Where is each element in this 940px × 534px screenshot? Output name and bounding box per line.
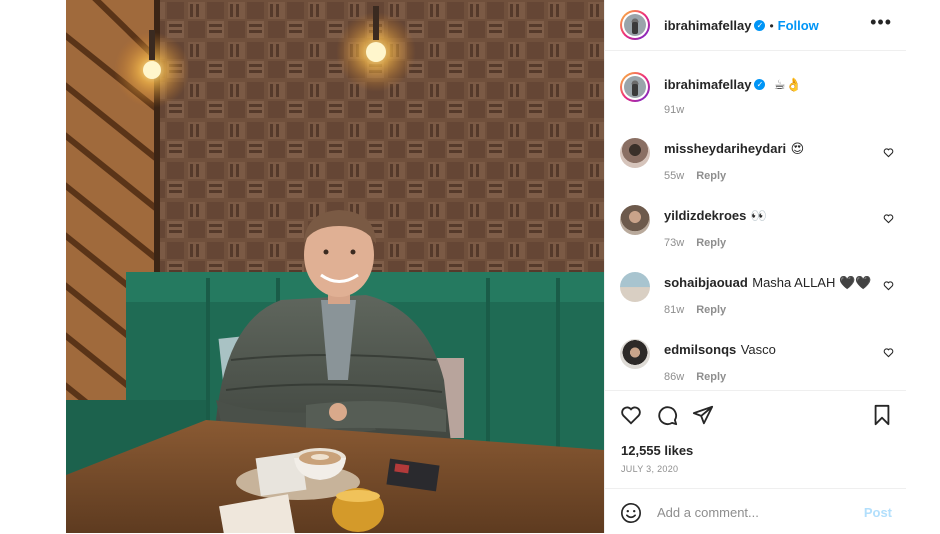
comment-body: missheydariheydari 😍 [664, 140, 804, 158]
caption-author-avatar[interactable] [620, 72, 650, 102]
post-header: ibrahimafellay ✓ • Follow ••• [605, 0, 906, 51]
separator-dot: • [769, 19, 774, 33]
paper-plane-icon[interactable] [692, 404, 714, 426]
post-date[interactable]: JULY 3, 2020 [621, 464, 678, 474]
verified-badge-icon: ✓ [754, 79, 766, 91]
comment-like-heart-icon[interactable] [883, 213, 894, 224]
comment-username[interactable]: edmilsonqs [664, 342, 736, 357]
comment-like-heart-icon[interactable] [883, 347, 894, 358]
caption-age[interactable]: 91w [664, 104, 684, 116]
header-author-line: ibrahimafellay ✓ • Follow [664, 17, 819, 35]
comment-body: sohaibjaouad Masha ALLAH 🖤🖤 [664, 274, 871, 292]
commenter-avatar[interactable] [620, 272, 650, 302]
heart-icon[interactable] [620, 404, 642, 426]
comment-age[interactable]: 73w [664, 237, 684, 249]
comment-meta: 73w Reply [664, 237, 726, 249]
comment-text: Vasco [740, 342, 776, 357]
commenter-avatar[interactable] [620, 205, 650, 235]
likes-count[interactable]: 12,555 likes [621, 443, 693, 458]
reply-button[interactable]: Reply [696, 237, 726, 249]
post-actions: 12,555 likes JULY 3, 2020 [605, 390, 906, 489]
follow-button[interactable]: Follow [778, 18, 819, 33]
comment-username[interactable]: sohaibjaouad [664, 275, 748, 290]
author-avatar[interactable] [620, 10, 650, 40]
caption-text: ☕👌 [773, 77, 802, 92]
caption-username[interactable]: ibrahimafellay [664, 77, 751, 92]
comment-like-heart-icon[interactable] [883, 280, 894, 291]
post-photo[interactable] [66, 0, 604, 533]
post-comment-button[interactable]: Post [864, 505, 892, 520]
comment-body: yildizdekroes 👀 [664, 207, 767, 225]
comment-composer: Post [605, 488, 906, 534]
bookmark-icon[interactable] [872, 404, 892, 426]
comment-username[interactable]: yildizdekroes [664, 208, 746, 223]
comment-body: edmilsonqs Vasco [664, 341, 776, 359]
comment-text: 👀 [750, 208, 768, 223]
comment-meta: 55w Reply [664, 170, 726, 182]
post-side-panel: ibrahimafellay ✓ • Follow ••• ibrahimafella… [604, 0, 906, 533]
commenter-avatar[interactable] [620, 138, 650, 168]
reply-button[interactable]: Reply [696, 371, 726, 383]
comment-username[interactable]: missheydariheydari [664, 141, 786, 156]
comment-text: Masha ALLAH 🖤🖤 [752, 275, 872, 290]
page-backdrop-left [0, 0, 66, 533]
comment-age[interactable]: 86w [664, 371, 684, 383]
comment-like-heart-icon[interactable] [883, 147, 894, 158]
comment-text: 😍 [790, 141, 805, 156]
comment-bubble-icon[interactable] [656, 404, 678, 426]
reply-button[interactable]: Reply [696, 170, 726, 182]
more-options-icon[interactable]: ••• [870, 13, 892, 31]
header-username[interactable]: ibrahimafellay [664, 18, 751, 33]
comment-age[interactable]: 81w [664, 304, 684, 316]
reply-button[interactable]: Reply [696, 304, 726, 316]
comment-input[interactable] [655, 501, 859, 523]
post-photo-illustration [66, 0, 604, 533]
comment-meta: 86w Reply [664, 371, 726, 383]
comment-meta: 81w Reply [664, 304, 726, 316]
verified-badge-icon: ✓ [754, 20, 766, 32]
caption: ibrahimafellay ✓ ☕👌 [664, 76, 802, 94]
page-backdrop-right [905, 0, 940, 533]
smiley-icon[interactable] [620, 502, 642, 524]
comment-age[interactable]: 55w [664, 170, 684, 182]
commenter-avatar[interactable] [620, 339, 650, 369]
